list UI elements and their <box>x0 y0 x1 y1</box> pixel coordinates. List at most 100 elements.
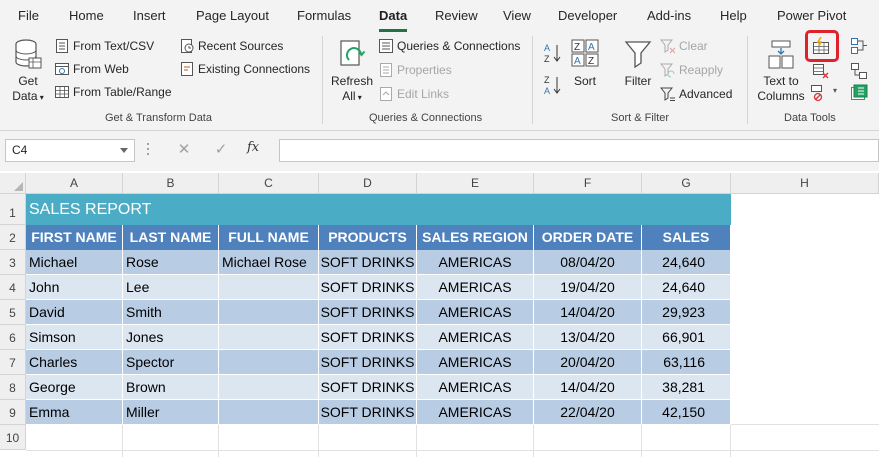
row-header-9[interactable]: 9 <box>0 400 26 425</box>
reapply-button[interactable]: Reapply <box>660 60 723 80</box>
cell-sales[interactable]: 24,640 <box>642 250 731 275</box>
cell-sales-region[interactable]: AMERICAS <box>417 375 534 400</box>
row-header-6[interactable]: 6 <box>0 325 26 350</box>
cell-sales[interactable]: 63,116 <box>642 350 731 375</box>
tab-review[interactable]: Review <box>435 8 478 23</box>
header-last-name[interactable]: LAST NAME <box>123 225 219 250</box>
cell-sales-region[interactable]: AMERICAS <box>417 250 534 275</box>
column-header-d[interactable]: D <box>319 173 417 194</box>
cell-first-name[interactable]: Emma <box>26 400 123 425</box>
formula-input[interactable] <box>279 139 879 162</box>
header-full-name[interactable]: FULL NAME <box>219 225 319 250</box>
column-header-h[interactable]: H <box>731 173 879 194</box>
cell-order-date[interactable]: 13/04/20 <box>534 325 642 350</box>
cell-order-date[interactable]: 14/04/20 <box>534 375 642 400</box>
cell-last-name[interactable]: Brown <box>123 375 219 400</box>
tab-formulas[interactable]: Formulas <box>297 8 351 23</box>
cell-last-name[interactable]: Lee <box>123 275 219 300</box>
column-header-e[interactable]: E <box>417 173 534 194</box>
tab-page-layout[interactable]: Page Layout <box>196 8 269 23</box>
confirm-entry-icon[interactable]: ✓ <box>207 139 235 162</box>
sort-a-to-z-icon[interactable]: A Z <box>542 42 564 64</box>
cell-full-name[interactable] <box>219 375 319 400</box>
cell-full-name[interactable]: Michael Rose <box>219 250 319 275</box>
relationships-icon[interactable] <box>850 62 868 80</box>
text-to-columns-button[interactable]: Text to Columns <box>754 38 808 104</box>
cell-sales[interactable]: 24,640 <box>642 275 731 300</box>
cancel-entry-icon[interactable]: ✕ <box>170 139 198 162</box>
row-header-1[interactable]: 1 <box>0 194 26 225</box>
from-table-range-button[interactable]: From Table/Range <box>54 82 172 102</box>
cell-full-name[interactable] <box>219 275 319 300</box>
select-all-button[interactable] <box>0 173 26 194</box>
cell-order-date[interactable]: 22/04/20 <box>534 400 642 425</box>
tab-help[interactable]: Help <box>720 8 747 23</box>
cell-full-name[interactable] <box>219 350 319 375</box>
remove-duplicates-icon[interactable] <box>812 62 830 80</box>
cell-order-date[interactable]: 20/04/20 <box>534 350 642 375</box>
header-first-name[interactable]: FIRST NAME <box>26 225 123 250</box>
cell-first-name[interactable]: Michael <box>26 250 123 275</box>
cell-product[interactable]: SOFT DRINKS <box>319 300 417 325</box>
cell-last-name[interactable]: Miller <box>123 400 219 425</box>
cell-sales-region[interactable]: AMERICAS <box>417 400 534 425</box>
worksheet-grid[interactable]: A B C D E F G H 1 2 3 4 5 6 7 8 9 10 SAL… <box>0 171 879 457</box>
cell-sales-region[interactable]: AMERICAS <box>417 350 534 375</box>
tab-insert[interactable]: Insert <box>133 8 166 23</box>
cell-sales-region[interactable]: AMERICAS <box>417 325 534 350</box>
row-header-2[interactable]: 2 <box>0 225 26 250</box>
cell-product[interactable]: SOFT DRINKS <box>319 275 417 300</box>
column-header-f[interactable]: F <box>534 173 642 194</box>
column-header-a[interactable]: A <box>26 173 123 194</box>
row-header-10[interactable]: 10 <box>0 425 26 450</box>
recent-sources-button[interactable]: Recent Sources <box>179 36 283 56</box>
column-header-b[interactable]: B <box>123 173 219 194</box>
cell-product[interactable]: SOFT DRINKS <box>319 325 417 350</box>
existing-connections-button[interactable]: Existing Connections <box>179 59 310 79</box>
cell-order-date[interactable]: 19/04/20 <box>534 275 642 300</box>
tab-view[interactable]: View <box>503 8 531 23</box>
cell-first-name[interactable]: George <box>26 375 123 400</box>
cell-first-name[interactable]: Simson <box>26 325 123 350</box>
cell-last-name[interactable]: Spector <box>123 350 219 375</box>
header-order-date[interactable]: ORDER DATE <box>534 225 642 250</box>
manage-data-model-icon[interactable] <box>850 84 868 102</box>
cell-product[interactable]: SOFT DRINKS <box>319 375 417 400</box>
row-header-5[interactable]: 5 <box>0 300 26 325</box>
from-text-csv-button[interactable]: From Text/CSV <box>54 36 154 56</box>
cell-first-name[interactable]: David <box>26 300 123 325</box>
properties-button[interactable]: Properties <box>378 60 452 80</box>
from-web-button[interactable]: From Web <box>54 59 129 79</box>
chevron-down-icon[interactable]: ▾ <box>833 86 837 95</box>
cell-full-name[interactable] <box>219 325 319 350</box>
cell-full-name[interactable] <box>219 300 319 325</box>
header-products[interactable]: PRODUCTS <box>319 225 417 250</box>
row-header-3[interactable]: 3 <box>0 250 26 275</box>
data-validation-icon[interactable] <box>810 84 830 102</box>
tab-developer[interactable]: Developer <box>558 8 617 23</box>
cell-product[interactable]: SOFT DRINKS <box>319 400 417 425</box>
cell-order-date[interactable]: 14/04/20 <box>534 300 642 325</box>
cell-first-name[interactable]: Charles <box>26 350 123 375</box>
column-header-g[interactable]: G <box>642 173 731 194</box>
queries-connections-button[interactable]: Queries & Connections <box>378 36 520 56</box>
header-sales[interactable]: SALES <box>642 225 731 250</box>
tab-file[interactable]: File <box>18 8 39 23</box>
clear-filter-button[interactable]: Clear <box>660 36 708 56</box>
column-header-c[interactable]: C <box>219 173 319 194</box>
tab-data[interactable]: Data <box>379 8 407 23</box>
name-box[interactable]: C4 <box>5 139 135 162</box>
cell-sales-region[interactable]: AMERICAS <box>417 300 534 325</box>
cell-sales[interactable]: 66,901 <box>642 325 731 350</box>
get-data-button[interactable]: Get Data ▾ <box>8 38 48 105</box>
chevron-down-icon[interactable] <box>120 148 128 153</box>
sort-z-to-a-icon[interactable]: Z A <box>542 74 564 96</box>
cell-last-name[interactable]: Smith <box>123 300 219 325</box>
consolidate-icon[interactable] <box>850 37 868 55</box>
cell-full-name[interactable] <box>219 400 319 425</box>
cell-sales-region[interactable]: AMERICAS <box>417 275 534 300</box>
cell-product[interactable]: SOFT DRINKS <box>319 250 417 275</box>
formula-bar-resize-handle[interactable] <box>146 143 150 159</box>
sort-button[interactable]: Z A A Z Sort <box>568 38 602 89</box>
report-title[interactable]: SALES REPORT <box>26 194 731 225</box>
